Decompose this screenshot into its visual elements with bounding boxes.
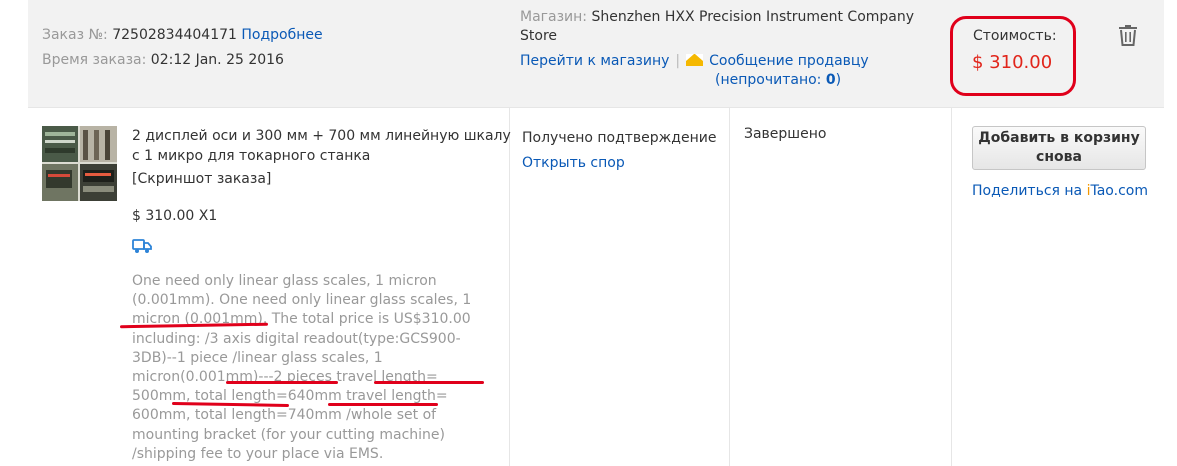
link-separator: | xyxy=(675,53,681,69)
order-status: Завершено xyxy=(744,126,827,142)
status-column: Получено подтверждение Открыть спор xyxy=(522,126,716,176)
column-divider xyxy=(951,108,952,466)
annotation-underline xyxy=(374,381,484,384)
go-to-store-link[interactable]: Перейти к магазину xyxy=(520,53,669,69)
order-card: Заказ №: 72502834404171 Подробнее Время … xyxy=(28,0,1164,466)
message-seller-link[interactable]: Сообщение продавцу xyxy=(709,53,869,69)
itao-brand-rest: Tao.com xyxy=(1090,183,1148,199)
cost-label: Стоимость: xyxy=(973,28,1057,44)
annotation-underline xyxy=(328,403,438,406)
order-details-link[interactable]: Подробнее xyxy=(241,27,322,43)
product-title[interactable]: 2 дисплей оси и 300 мм + 700 мм линейную… xyxy=(132,126,512,166)
open-dispute-link[interactable]: Открыть спор xyxy=(522,155,625,171)
add-to-cart-again-button[interactable]: Добавить в корзину снова xyxy=(972,126,1146,170)
order-time: 02:12 Jan. 25 2016 xyxy=(150,52,284,68)
order-number-label: Заказ №: xyxy=(42,27,108,43)
order-snapshot-link[interactable]: [Скриншот заказа] xyxy=(132,171,271,187)
unread-messages[interactable]: (непрочитано: 0) xyxy=(520,72,841,88)
order-header: Заказ №: 72502834404171 Подробнее Время … xyxy=(28,0,1164,108)
order-time-line: Время заказа: 02:12 Jan. 25 2016 xyxy=(42,52,284,68)
unread-count: 0 xyxy=(825,72,836,88)
store-links: Перейти к магазину | Сообщение продавцу (н… xyxy=(520,52,930,90)
confirmation-status: Получено подтверждение xyxy=(522,130,717,146)
cost-value: $ 310.00 xyxy=(972,52,1053,73)
store-label: Магазин: xyxy=(520,9,588,25)
column-divider xyxy=(729,108,730,466)
product-description: One need only linear glass scales, 1 mic… xyxy=(132,273,472,462)
store-info: Магазин: Shenzhen HXX Precision Instrume… xyxy=(520,8,930,46)
order-number-line: Заказ №: 72502834404171 Подробнее xyxy=(42,27,323,43)
unread-prefix: (непрочитано: xyxy=(715,72,826,88)
cost-highlight-circle: Стоимость: $ 310.00 xyxy=(950,16,1076,96)
truck-icon[interactable] xyxy=(132,238,152,254)
share-prefix: Поделиться на xyxy=(972,183,1087,199)
order-number: 72502834404171 xyxy=(112,27,237,43)
envelope-icon[interactable] xyxy=(686,54,704,66)
share-itao-link[interactable]: Поделиться на iTao.com xyxy=(972,183,1148,199)
unread-suffix: ) xyxy=(835,72,842,88)
product-thumbnail[interactable] xyxy=(42,126,117,201)
trash-icon[interactable] xyxy=(1118,24,1138,46)
price-quantity: $ 310.00 X1 xyxy=(132,208,218,224)
annotation-underline xyxy=(226,381,338,384)
order-time-label: Время заказа: xyxy=(42,52,147,68)
